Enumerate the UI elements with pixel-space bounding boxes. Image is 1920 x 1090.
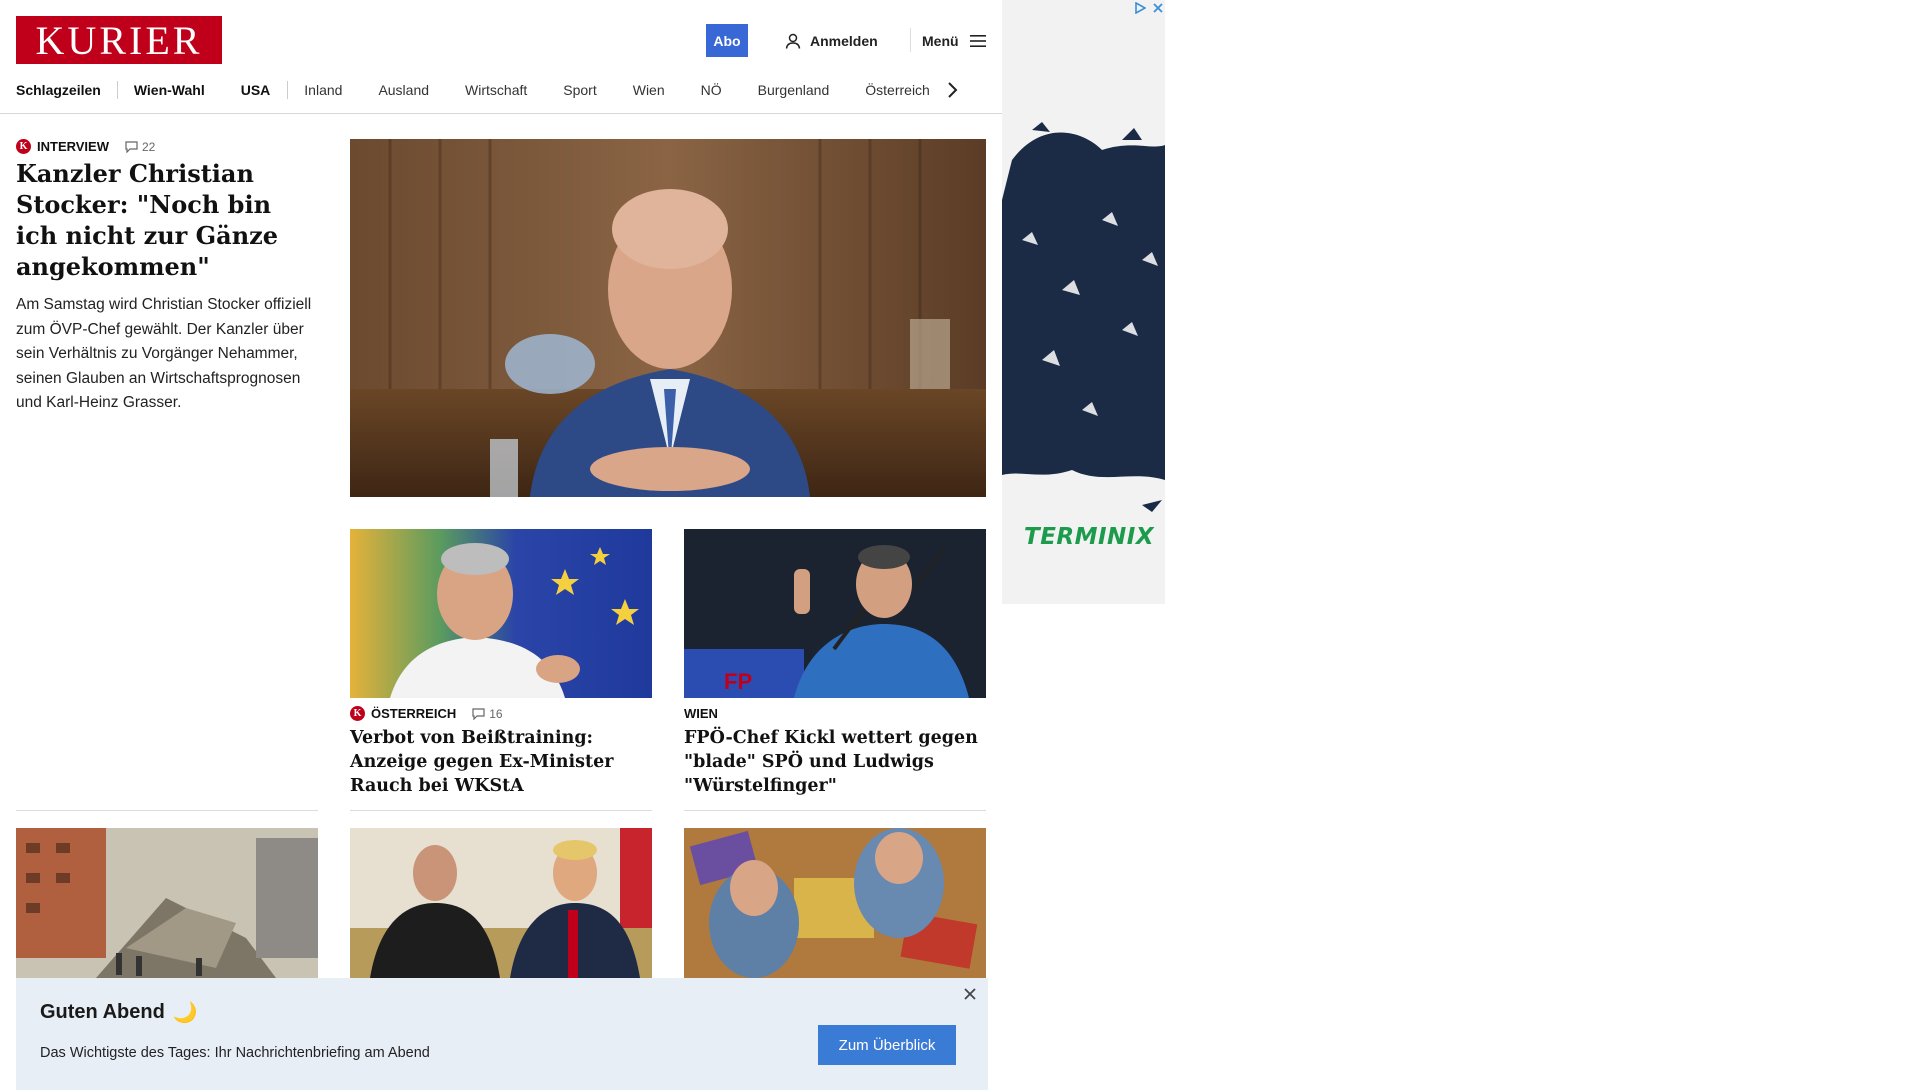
- kurier-plus-badge-icon: K: [16, 139, 31, 154]
- svg-text:FP: FP: [724, 669, 752, 694]
- person-icon: [785, 33, 801, 49]
- login-button[interactable]: Anmelden: [784, 30, 878, 52]
- nav-item-inland[interactable]: Inland: [304, 82, 342, 98]
- adchoices-button[interactable]: [1134, 2, 1164, 14]
- lead-teaser: Am Samstag wird Christian Stocker offizi…: [16, 296, 312, 411]
- briefing-subtitle: Das Wichtigste des Tages: Ihr Nachrichte…: [40, 1045, 430, 1061]
- row-divider: [16, 810, 318, 811]
- story-image-kickl[interactable]: FP: [684, 529, 986, 698]
- nav-item-schlagzeilen[interactable]: Schlagzeilen: [16, 82, 101, 98]
- nav-item-sport[interactable]: Sport: [563, 82, 596, 98]
- nav-separator: [116, 81, 118, 99]
- section-nav: Schlagzeilen Wien-Wahl USA Inland Auslan…: [16, 78, 1000, 102]
- header-divider: [910, 28, 911, 52]
- moon-icon: 🌙: [172, 1002, 198, 1024]
- lead-comment-count[interactable]: 22: [125, 140, 155, 154]
- lead-image[interactable]: [350, 139, 986, 497]
- row-divider: [350, 810, 652, 811]
- story-2-kicker-label: WIEN: [684, 706, 718, 721]
- story-image-earthquake[interactable]: [16, 828, 318, 978]
- nav-item-wirtschaft[interactable]: Wirtschaft: [465, 82, 527, 98]
- zum-ueberblick-button[interactable]: Zum Überblick: [818, 1025, 956, 1065]
- briefing-title-text: Guten Abend: [40, 1001, 165, 1023]
- lead-kicker[interactable]: K INTERVIEW 22: [16, 139, 155, 154]
- adchoices-icon: [1135, 2, 1146, 14]
- story-2-headline[interactable]: FPÖ-Chef Kickl wettert gegen "blade" SPÖ…: [684, 726, 986, 798]
- nav-item-wien[interactable]: Wien: [633, 82, 665, 98]
- story-image-zelensky-trump[interactable]: [350, 828, 652, 978]
- nav-item-ausland[interactable]: Ausland: [378, 82, 429, 98]
- close-icon[interactable]: [1152, 2, 1164, 14]
- hamburger-menu-icon: [969, 35, 986, 47]
- row-divider: [684, 810, 986, 811]
- nav-divider: [0, 113, 1002, 114]
- advertisement[interactable]: [1002, 0, 1165, 604]
- story-1-comment-count[interactable]: 16: [472, 706, 503, 721]
- close-icon[interactable]: [962, 986, 978, 1002]
- nav-item-usa[interactable]: USA: [241, 82, 271, 98]
- briefing-title: Guten Abend 🌙: [40, 1000, 198, 1025]
- nav-item-oesterreich[interactable]: Österreich: [865, 82, 930, 98]
- comment-icon: [125, 140, 138, 153]
- comment-icon: [472, 707, 485, 720]
- story-1-headline[interactable]: Verbot von Beißtraining: Anzeige gegen E…: [350, 726, 652, 798]
- story-image-rauch[interactable]: [350, 529, 652, 698]
- chevron-right-icon[interactable]: [946, 81, 958, 99]
- lead-headline[interactable]: Kanzler Christian Stocker: "Noch bin ich…: [16, 158, 316, 282]
- story-1-kicker-label: ÖSTERREICH: [371, 706, 457, 721]
- nav-item-burgenland[interactable]: Burgenland: [758, 82, 830, 98]
- nav-item-noe[interactable]: NÖ: [701, 82, 722, 98]
- menu-button[interactable]: Menü: [922, 30, 987, 52]
- kurier-plus-badge-icon: K: [350, 706, 365, 721]
- kurier-logo[interactable]: KURIER: [16, 16, 222, 64]
- lead-comment-number: 22: [142, 139, 156, 154]
- login-label: Anmelden: [810, 33, 878, 49]
- lead-kicker-label: INTERVIEW: [37, 139, 109, 154]
- nav-item-wien-wahl[interactable]: Wien-Wahl: [134, 82, 205, 98]
- story-image-boardgames[interactable]: [684, 828, 986, 978]
- story-1-kicker[interactable]: K ÖSTERREICH 16: [350, 706, 503, 721]
- ad-brand-logo: TERMINIX: [1024, 524, 1155, 550]
- nav-separator: [287, 81, 289, 99]
- story-1-comment-number: 16: [489, 706, 503, 721]
- story-2-kicker[interactable]: WIEN: [684, 706, 718, 721]
- abo-button[interactable]: Abo: [706, 24, 748, 57]
- menu-label: Menü: [922, 33, 959, 49]
